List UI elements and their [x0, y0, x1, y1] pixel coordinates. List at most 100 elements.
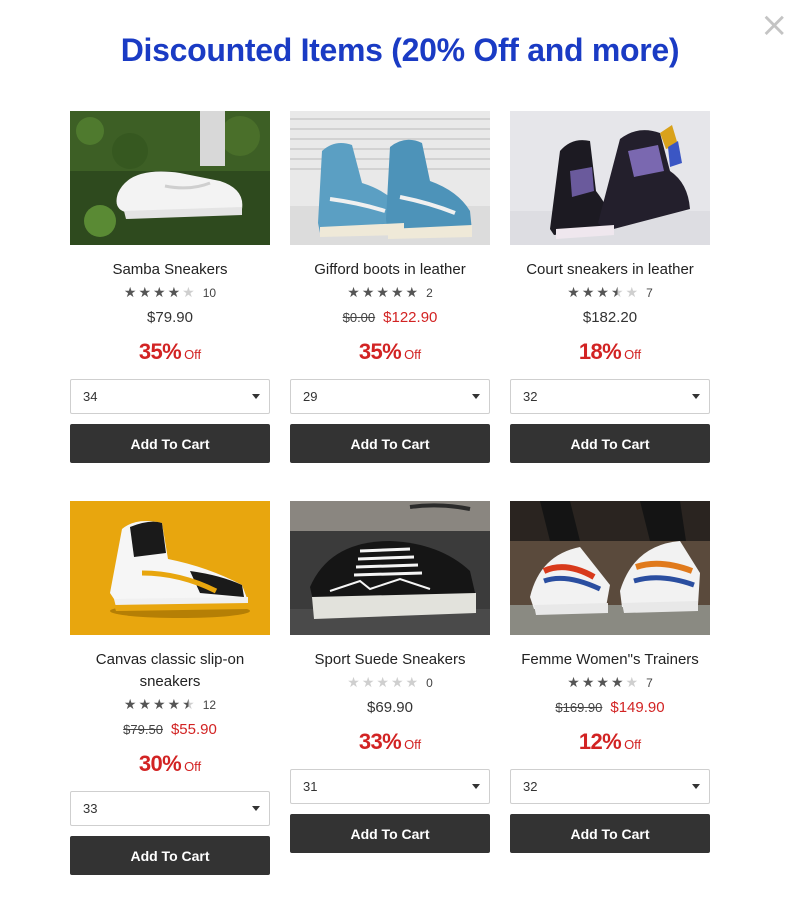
size-select[interactable]: 31 — [290, 769, 490, 804]
price: $69.90 — [367, 699, 413, 716]
product-image[interactable] — [510, 111, 710, 245]
add-to-cart-button[interactable]: Add To Cart — [70, 836, 270, 875]
discount-percent: 35% — [138, 339, 182, 364]
discount-badge: 18% Off — [579, 339, 641, 367]
size-value: 29 — [303, 389, 318, 404]
product-name[interactable]: Gifford boots in leather — [290, 259, 490, 281]
price: $122.90 — [383, 309, 438, 326]
rating-count: 7 — [646, 676, 653, 690]
size-value: 34 — [83, 389, 98, 404]
add-to-cart-button[interactable]: Add To Cart — [510, 814, 710, 853]
rating-count: 0 — [426, 676, 433, 690]
star-icon: ★ — [596, 675, 609, 691]
product-name[interactable]: Court sneakers in leather — [510, 259, 710, 281]
old-price: $0.00 — [342, 310, 376, 325]
price-row: $169.90 $149.90 — [555, 699, 664, 719]
size-select[interactable]: 32 — [510, 379, 710, 414]
rating: ★ ★ ★ ★ ★ 12 — [124, 696, 216, 714]
star-icon: ★ — [567, 285, 580, 301]
star-icon: ★ — [153, 697, 166, 713]
product-image[interactable] — [290, 501, 490, 635]
star-icon: ★ — [390, 675, 404, 691]
discount-suffix: Off — [184, 759, 202, 774]
product-card: Canvas classic slip-on sneakers ★ ★ ★ ★ … — [70, 501, 270, 875]
product-name[interactable]: Femme Women"s Trainers — [510, 649, 710, 671]
star-icon: ★ — [138, 697, 152, 713]
product-name[interactable]: Canvas classic slip-on sneakers — [70, 649, 270, 693]
star-icon: ★ — [361, 675, 375, 691]
product-image[interactable] — [70, 501, 270, 635]
product-card: Samba Sneakers ★ ★ ★ ★ ★ 10 $79.90 35% O… — [70, 111, 270, 463]
price: $182.20 — [582, 309, 638, 326]
chevron-down-icon — [252, 394, 260, 399]
white-sneaker-photo-icon — [70, 111, 270, 245]
discount-badge: 35% Off — [139, 339, 201, 367]
ellesse-trainer-photo-icon — [510, 501, 710, 635]
black-hightop-photo-icon — [510, 111, 710, 245]
rating-count: 10 — [202, 286, 217, 300]
star-icon: ★ — [596, 285, 609, 301]
chevron-down-icon — [472, 784, 480, 789]
yellow-hightop-photo-icon — [70, 501, 270, 635]
star-icon: ★ — [390, 285, 404, 301]
star-icon: ★ — [153, 285, 166, 301]
chevron-down-icon — [472, 394, 480, 399]
rating: ★ ★ ★ ★ ★ 7 — [567, 284, 653, 302]
rating: ★ ★ ★ ★ ★ 0 — [347, 674, 433, 692]
add-to-cart-button[interactable]: Add To Cart — [70, 424, 270, 463]
discount-badge: 33% Off — [359, 729, 421, 757]
add-to-cart-button[interactable]: Add To Cart — [290, 814, 490, 853]
star-icon: ★ — [610, 285, 624, 301]
star-icon: ★ — [405, 285, 419, 301]
product-image[interactable] — [70, 111, 270, 245]
rating: ★ ★ ★ ★ ★ 7 — [567, 674, 653, 692]
discount-percent: 30% — [138, 751, 182, 776]
discount-percent: 18% — [578, 339, 622, 364]
black-lowtop-photo-icon — [290, 501, 490, 635]
discount-suffix: Off — [184, 347, 202, 362]
size-select[interactable]: 33 — [70, 791, 270, 826]
add-to-cart-button[interactable]: Add To Cart — [510, 424, 710, 463]
chevron-down-icon — [692, 394, 700, 399]
discount-percent: 35% — [358, 339, 402, 364]
star-icon: ★ — [376, 285, 389, 301]
product-grid: Samba Sneakers ★ ★ ★ ★ ★ 10 $79.90 35% O… — [70, 111, 710, 875]
product-card: Sport Suede Sneakers ★ ★ ★ ★ ★ 0 $69.90 … — [290, 501, 490, 875]
price-row: $79.90 — [147, 309, 193, 329]
price-row: $182.20 — [583, 309, 637, 329]
size-select[interactable]: 34 — [70, 379, 270, 414]
discount-badge: 12% Off — [579, 729, 641, 757]
price: $79.90 — [147, 309, 193, 326]
star-icon: ★ — [167, 697, 181, 713]
size-select[interactable]: 32 — [510, 769, 710, 804]
discount-badge: 35% Off — [359, 339, 421, 367]
size-select[interactable]: 29 — [290, 379, 490, 414]
product-image[interactable] — [290, 111, 490, 245]
star-icon: ★ — [405, 675, 419, 691]
chevron-down-icon — [252, 806, 260, 811]
discount-suffix: Off — [404, 737, 422, 752]
discount-suffix: Off — [624, 737, 642, 752]
size-value: 32 — [523, 779, 538, 794]
price-row: $69.90 — [367, 699, 413, 719]
discount-badge: 30% Off — [139, 751, 201, 779]
star-icon: ★ — [138, 285, 152, 301]
add-to-cart-button[interactable]: Add To Cart — [290, 424, 490, 463]
product-name[interactable]: Sport Suede Sneakers — [290, 649, 490, 671]
product-card: Femme Women"s Trainers ★ ★ ★ ★ ★ 7 $169.… — [510, 501, 710, 875]
price-row: $79.50 $55.90 — [123, 721, 217, 741]
old-price: $169.90 — [555, 700, 603, 715]
star-icon: ★ — [167, 285, 181, 301]
product-name[interactable]: Samba Sneakers — [70, 259, 270, 281]
star-icon: ★ — [347, 675, 360, 691]
product-card: Court sneakers in leather ★ ★ ★ ★ ★ 7 $1… — [510, 111, 710, 463]
price: $149.90 — [610, 699, 665, 716]
size-value: 33 — [83, 801, 98, 816]
rating-count: 2 — [426, 286, 433, 300]
discount-suffix: Off — [404, 347, 422, 362]
size-value: 31 — [303, 779, 318, 794]
rating: ★ ★ ★ ★ ★ 2 — [347, 284, 433, 302]
star-icon: ★ — [123, 285, 137, 301]
discount-percent: 12% — [578, 729, 622, 754]
product-image[interactable] — [510, 501, 710, 635]
